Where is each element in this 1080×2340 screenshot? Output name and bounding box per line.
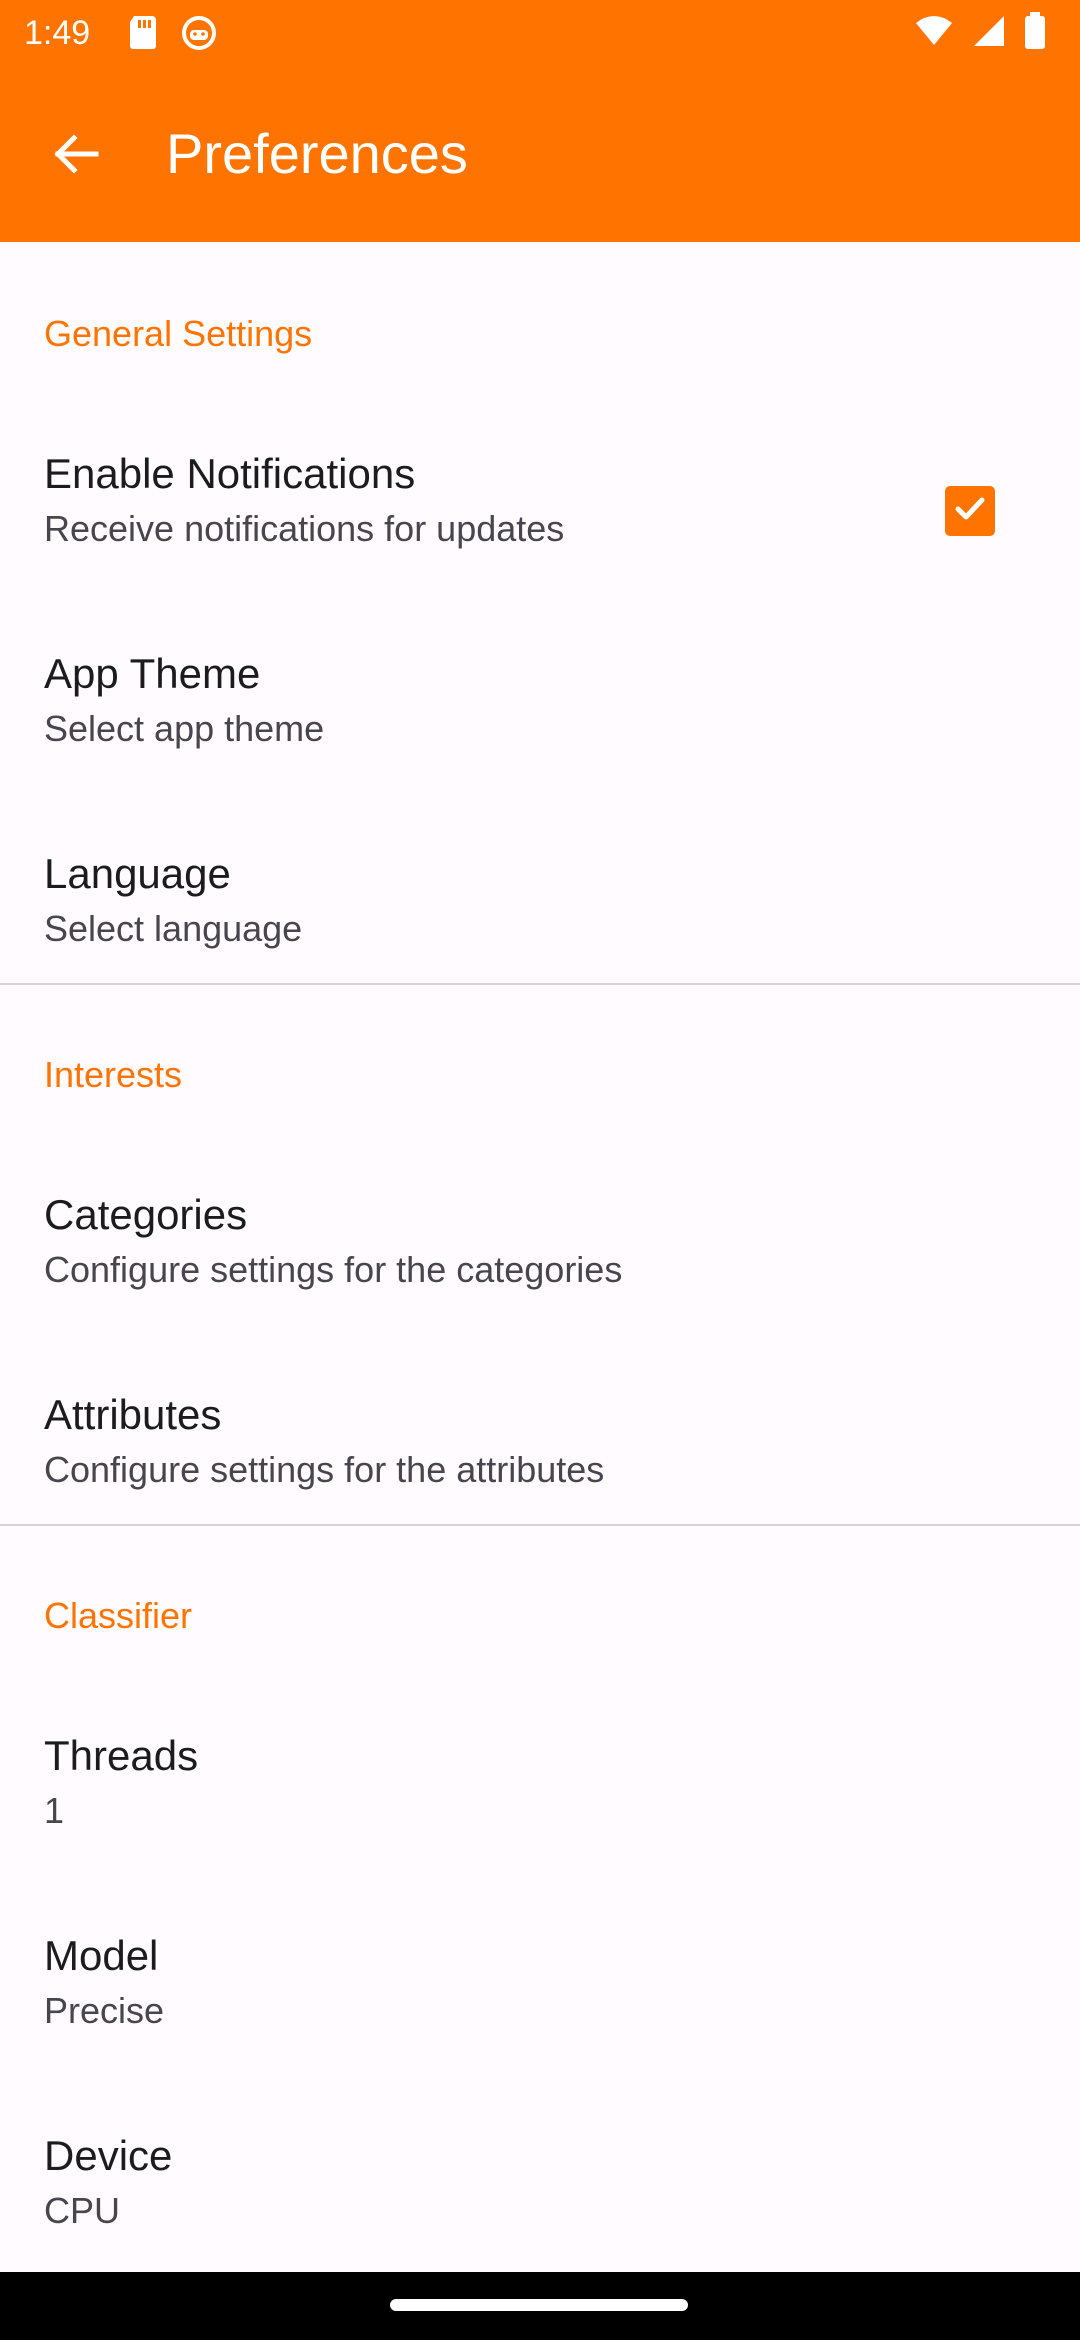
pref-summary: Configure settings for the attributes (44, 1449, 605, 1490)
check-icon (952, 491, 988, 532)
pref-summary: CPU (44, 2190, 121, 2231)
pref-title: App Theme (44, 650, 261, 697)
pref-categories[interactable]: Categories Configure settings for the ca… (0, 1155, 1080, 1355)
status-left-icons (128, 14, 218, 55)
section-header-classifier: Classifier (44, 1595, 193, 1636)
android-debug-icon (180, 14, 218, 55)
preferences-screen: 1:49 Preferences General Settings Enable… (0, 0, 1080, 2340)
pref-title: Enable Notifications (44, 450, 416, 497)
section-header-general: General Settings (44, 313, 313, 354)
pref-title: Attributes (44, 1391, 222, 1438)
home-gesture-handle[interactable] (390, 2299, 688, 2311)
pref-summary: Select app theme (44, 708, 325, 749)
wifi-icon (914, 15, 954, 52)
pref-device[interactable]: Device CPU (0, 2096, 1080, 2296)
status-bar: 1:49 (0, 0, 1080, 66)
sd-card-icon (128, 14, 158, 55)
pref-title: Threads (44, 1732, 199, 1779)
section-divider (0, 1524, 1080, 1526)
pref-summary: Precise (44, 1990, 165, 2031)
app-bar: Preferences (0, 66, 1080, 242)
notifications-checkbox[interactable] (945, 486, 995, 536)
pref-summary: Select language (44, 908, 303, 949)
back-button[interactable] (36, 116, 116, 196)
section-divider (0, 983, 1080, 985)
pref-title: Language (44, 850, 231, 897)
section-header-interests: Interests (44, 1054, 183, 1095)
pref-app-theme[interactable]: App Theme Select app theme (0, 614, 1080, 814)
pref-summary: Configure settings for the categories (44, 1249, 623, 1290)
battery-icon (1024, 12, 1046, 55)
arrow-back-icon (50, 128, 102, 185)
pref-title: Device (44, 2132, 173, 2179)
navigation-bar (0, 2272, 1080, 2340)
pref-threads[interactable]: Threads 1 (0, 1696, 1080, 1896)
pref-summary: 1 (44, 1790, 65, 1831)
status-right-icons (914, 12, 1046, 55)
pref-model[interactable]: Model Precise (0, 1896, 1080, 2096)
pref-enable-notifications[interactable]: Enable Notifications Receive notificatio… (0, 414, 1080, 614)
status-time: 1:49 (24, 14, 91, 52)
pref-title: Model (44, 1932, 159, 1979)
page-title: Preferences (166, 122, 468, 185)
signal-icon (972, 14, 1006, 53)
pref-summary: Receive notifications for updates (44, 508, 565, 549)
pref-title: Categories (44, 1191, 248, 1238)
